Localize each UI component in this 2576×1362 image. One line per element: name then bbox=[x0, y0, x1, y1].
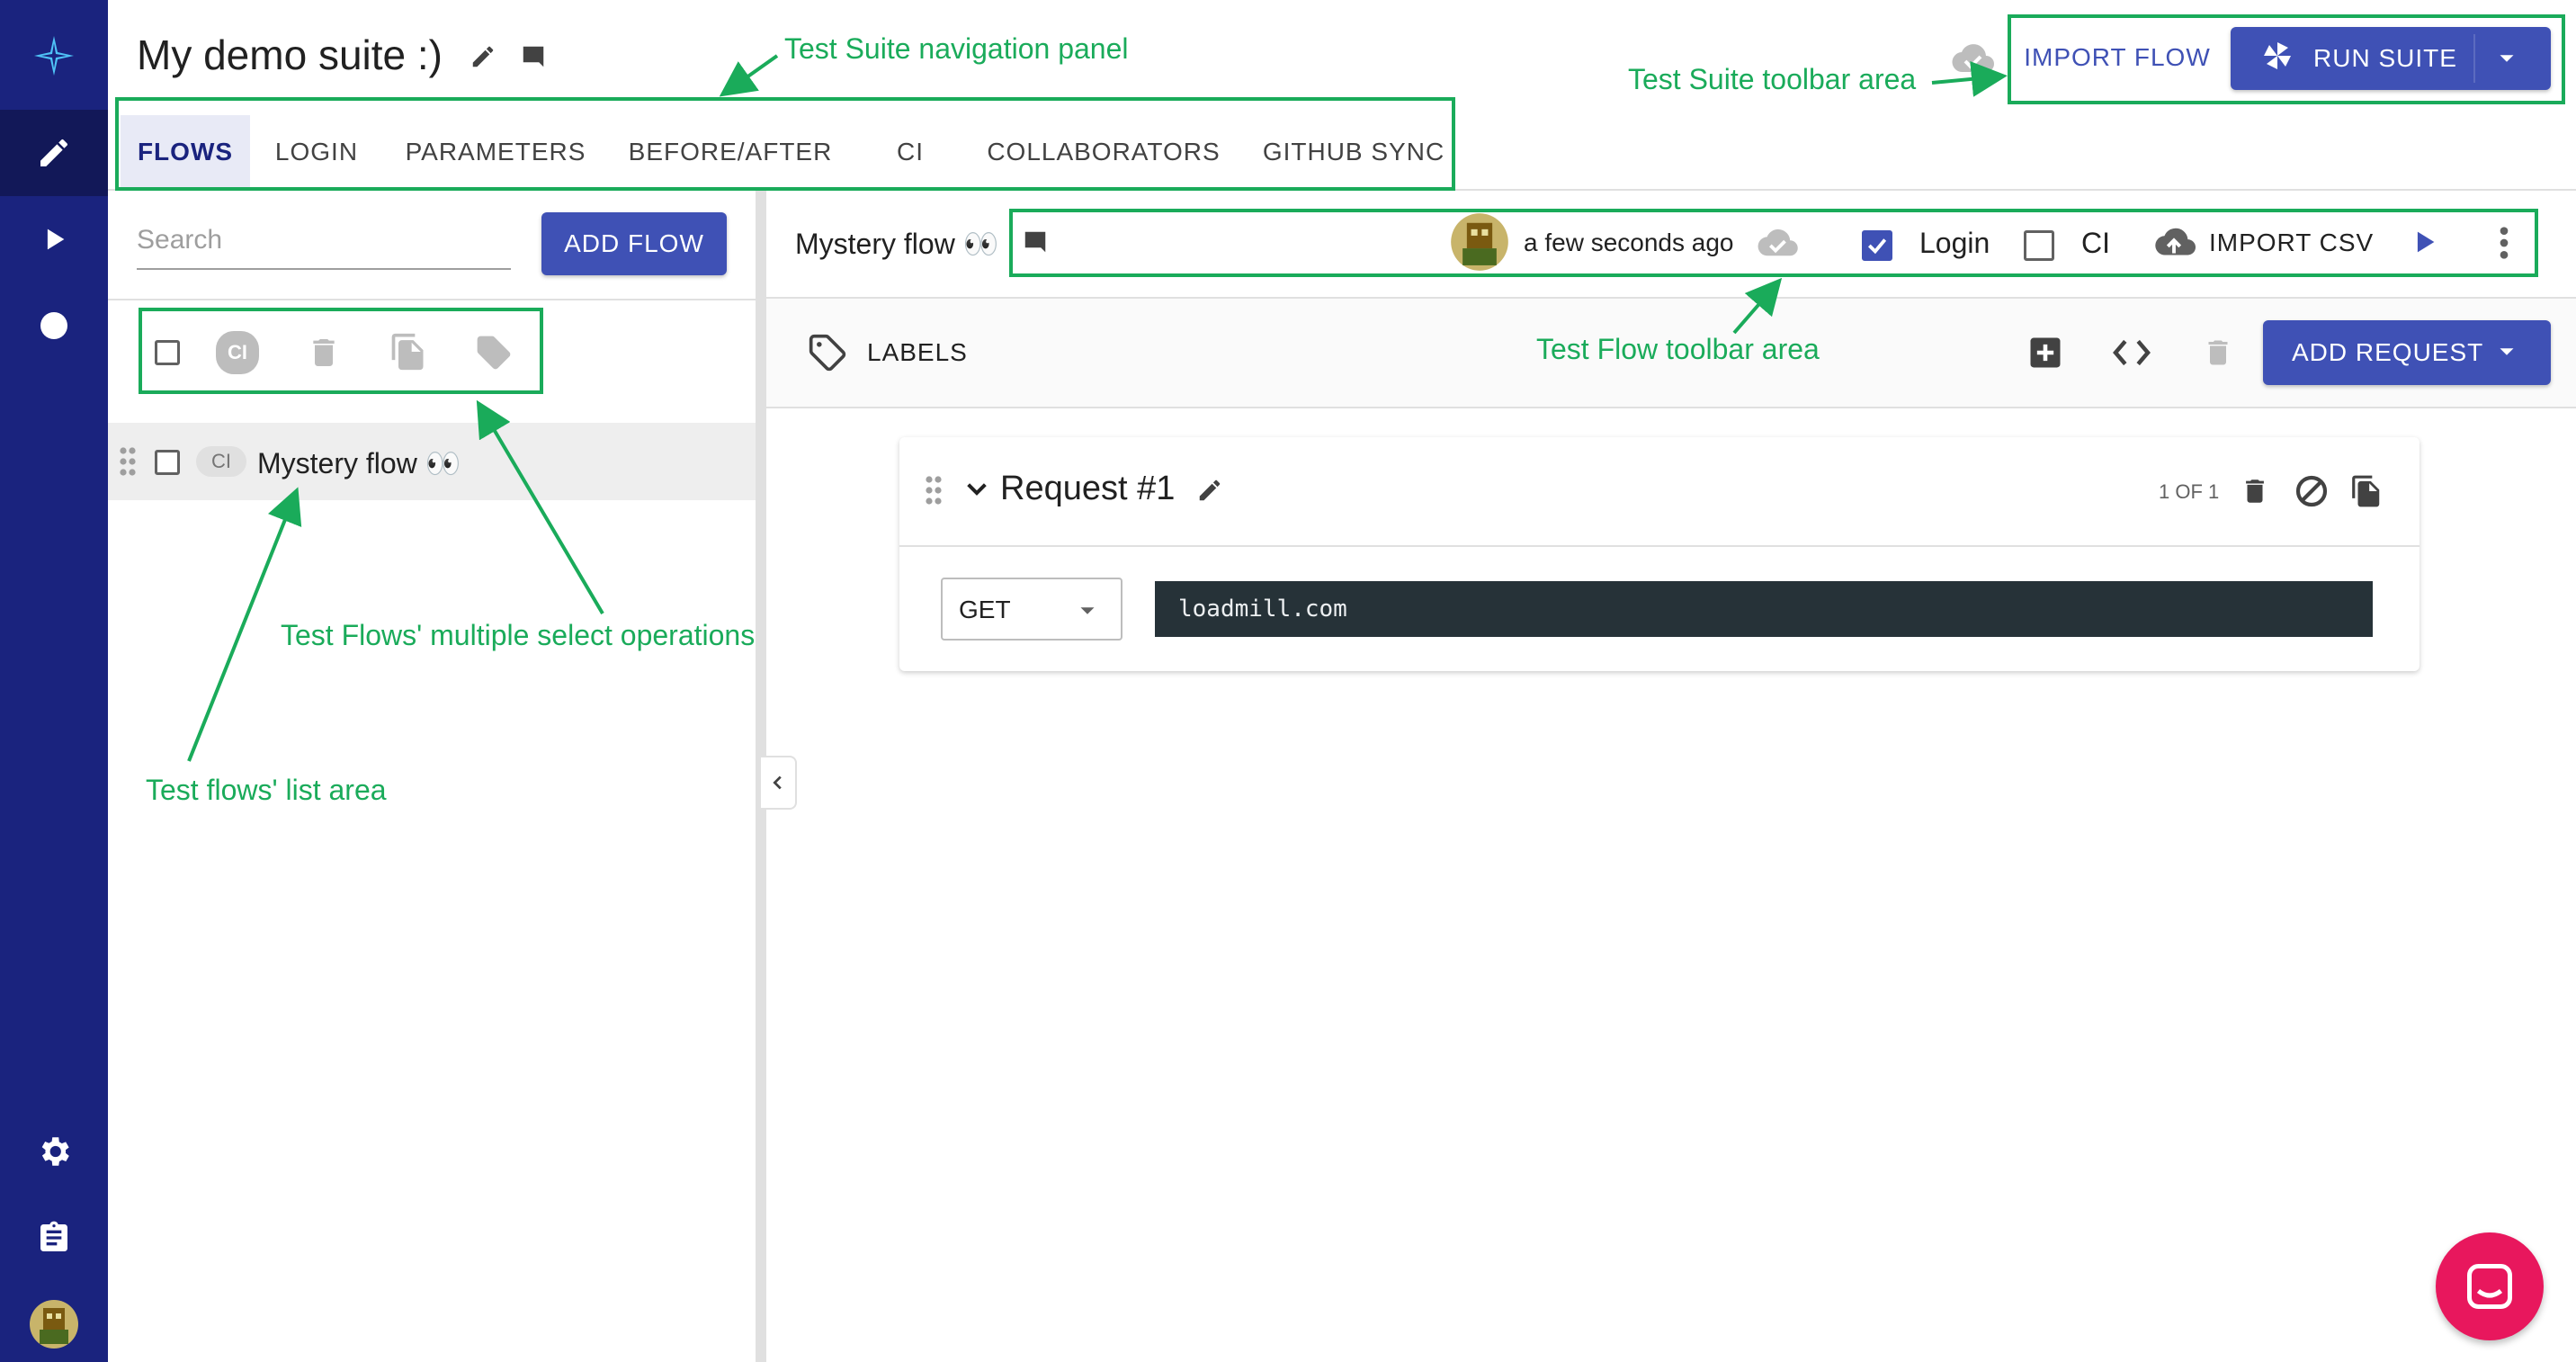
annotation-arrows bbox=[187, 54, 2008, 762]
